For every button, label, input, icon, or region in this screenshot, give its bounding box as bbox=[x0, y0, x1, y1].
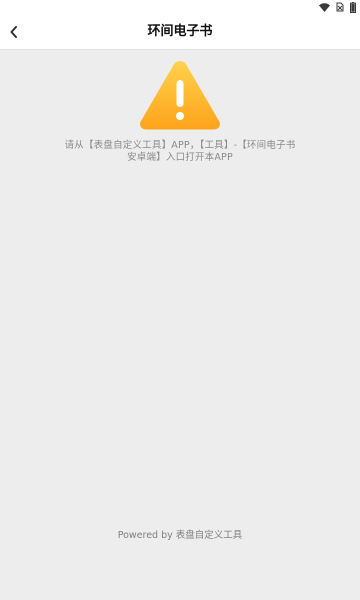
no-sim-icon bbox=[336, 2, 344, 12]
app-screen: 环间电子书 请从【表盘自定义工具】APP，【工具】-【环间电子书 安卓端】入口打… bbox=[0, 0, 360, 600]
message-line-1: 请从【表盘自定义工具】APP，【工具】-【环间电子书 bbox=[64, 140, 296, 151]
page-title: 环间电子书 bbox=[147, 24, 213, 39]
wifi-icon bbox=[319, 2, 330, 12]
error-message: 请从【表盘自定义工具】APP，【工具】-【环间电子书 安卓端】入口打开本APP bbox=[40, 140, 320, 164]
warning-icon bbox=[138, 58, 222, 132]
message-line-2: 安卓端】入口打开本APP bbox=[127, 152, 233, 163]
powered-by-footer: Powered by 表盘自定义工具 bbox=[117, 530, 243, 541]
battery-icon bbox=[350, 1, 356, 13]
main-content: 请从【表盘自定义工具】APP，【工具】-【环间电子书 安卓端】入口打开本APP bbox=[0, 50, 360, 600]
status-bar bbox=[0, 0, 360, 14]
header-bar: 环间电子书 bbox=[0, 14, 360, 50]
status-icons bbox=[319, 1, 356, 13]
